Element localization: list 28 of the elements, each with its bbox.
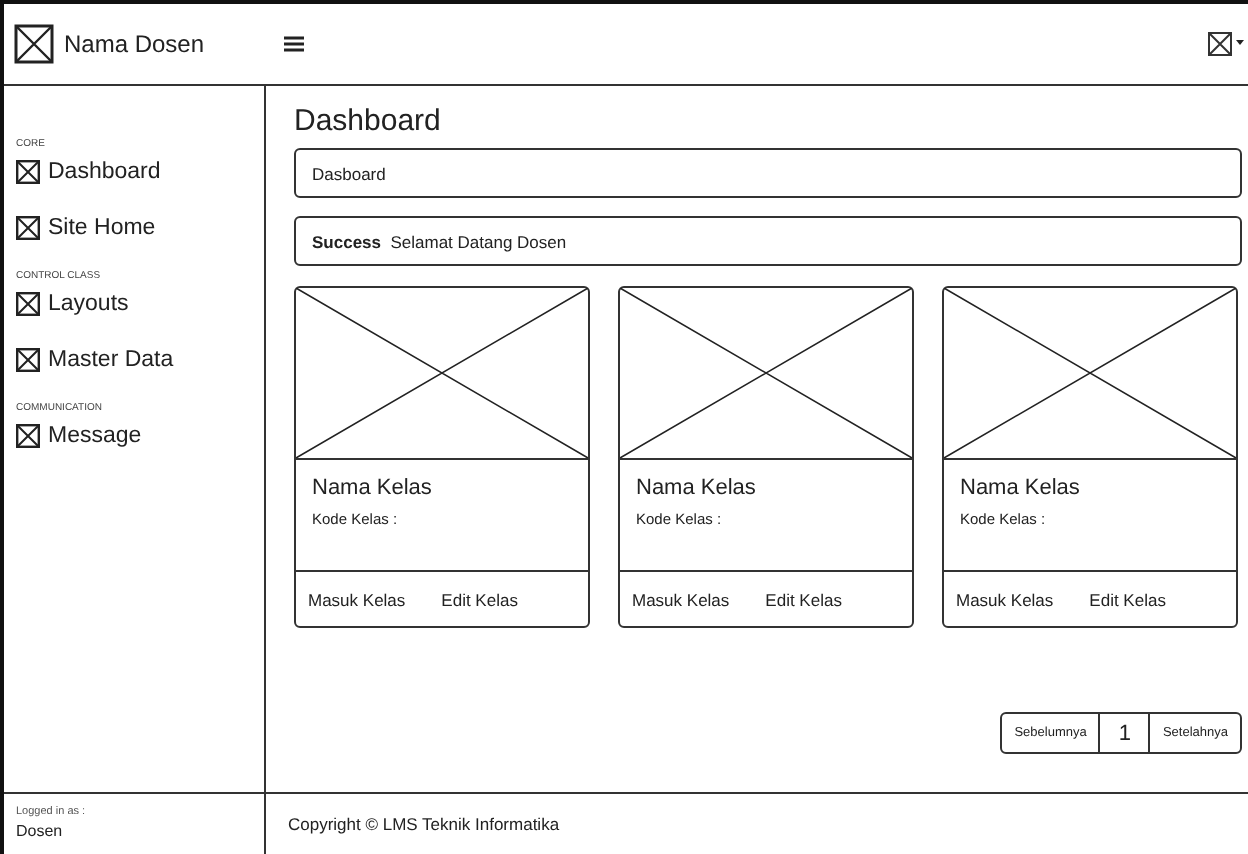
page-title: Dashboard [294,104,443,138]
card-link[interactable]: Masuk Kelas [308,589,406,609]
menu-icon[interactable] [284,36,304,52]
user-dropdown-icon[interactable] [1208,32,1244,56]
card-link[interactable]: Edit Kelas [1089,589,1166,609]
placeholder-icon [16,424,40,448]
placeholder-icon [16,292,40,316]
card-link[interactable]: Masuk Kelas [632,589,730,609]
sidebar-item[interactable]: Layouts [16,290,264,318]
class-name: Nama Kelas [960,476,1082,500]
logo-placeholder-icon [14,24,54,64]
sidebar-item[interactable]: Message [16,422,264,450]
placeholder-icon [16,348,40,372]
placeholder-icon [16,216,40,240]
card-link[interactable]: Edit Kelas [765,589,842,609]
placeholder-icon [16,160,40,184]
card-link[interactable]: Edit Kelas [441,589,518,609]
sidebar-item[interactable]: Dashboard [16,158,264,186]
class-name: Nama Kelas [636,476,758,500]
copyright-text: Copyright © LMS Teknik Informatika [286,812,560,838]
class-name: Nama Kelas [312,476,434,500]
sidebar-item[interactable]: Site Home [16,214,264,242]
brand-name: Nama Dosen [64,30,205,58]
sidebar-item[interactable]: Master Data [16,346,264,374]
user-name: Dosen [16,822,65,840]
breadcrumb-bar: Dasboard [294,148,1242,198]
card-link[interactable]: Masuk Kelas [956,589,1054,609]
success-alert: Success Selamat Datang Dosen [294,216,1242,266]
